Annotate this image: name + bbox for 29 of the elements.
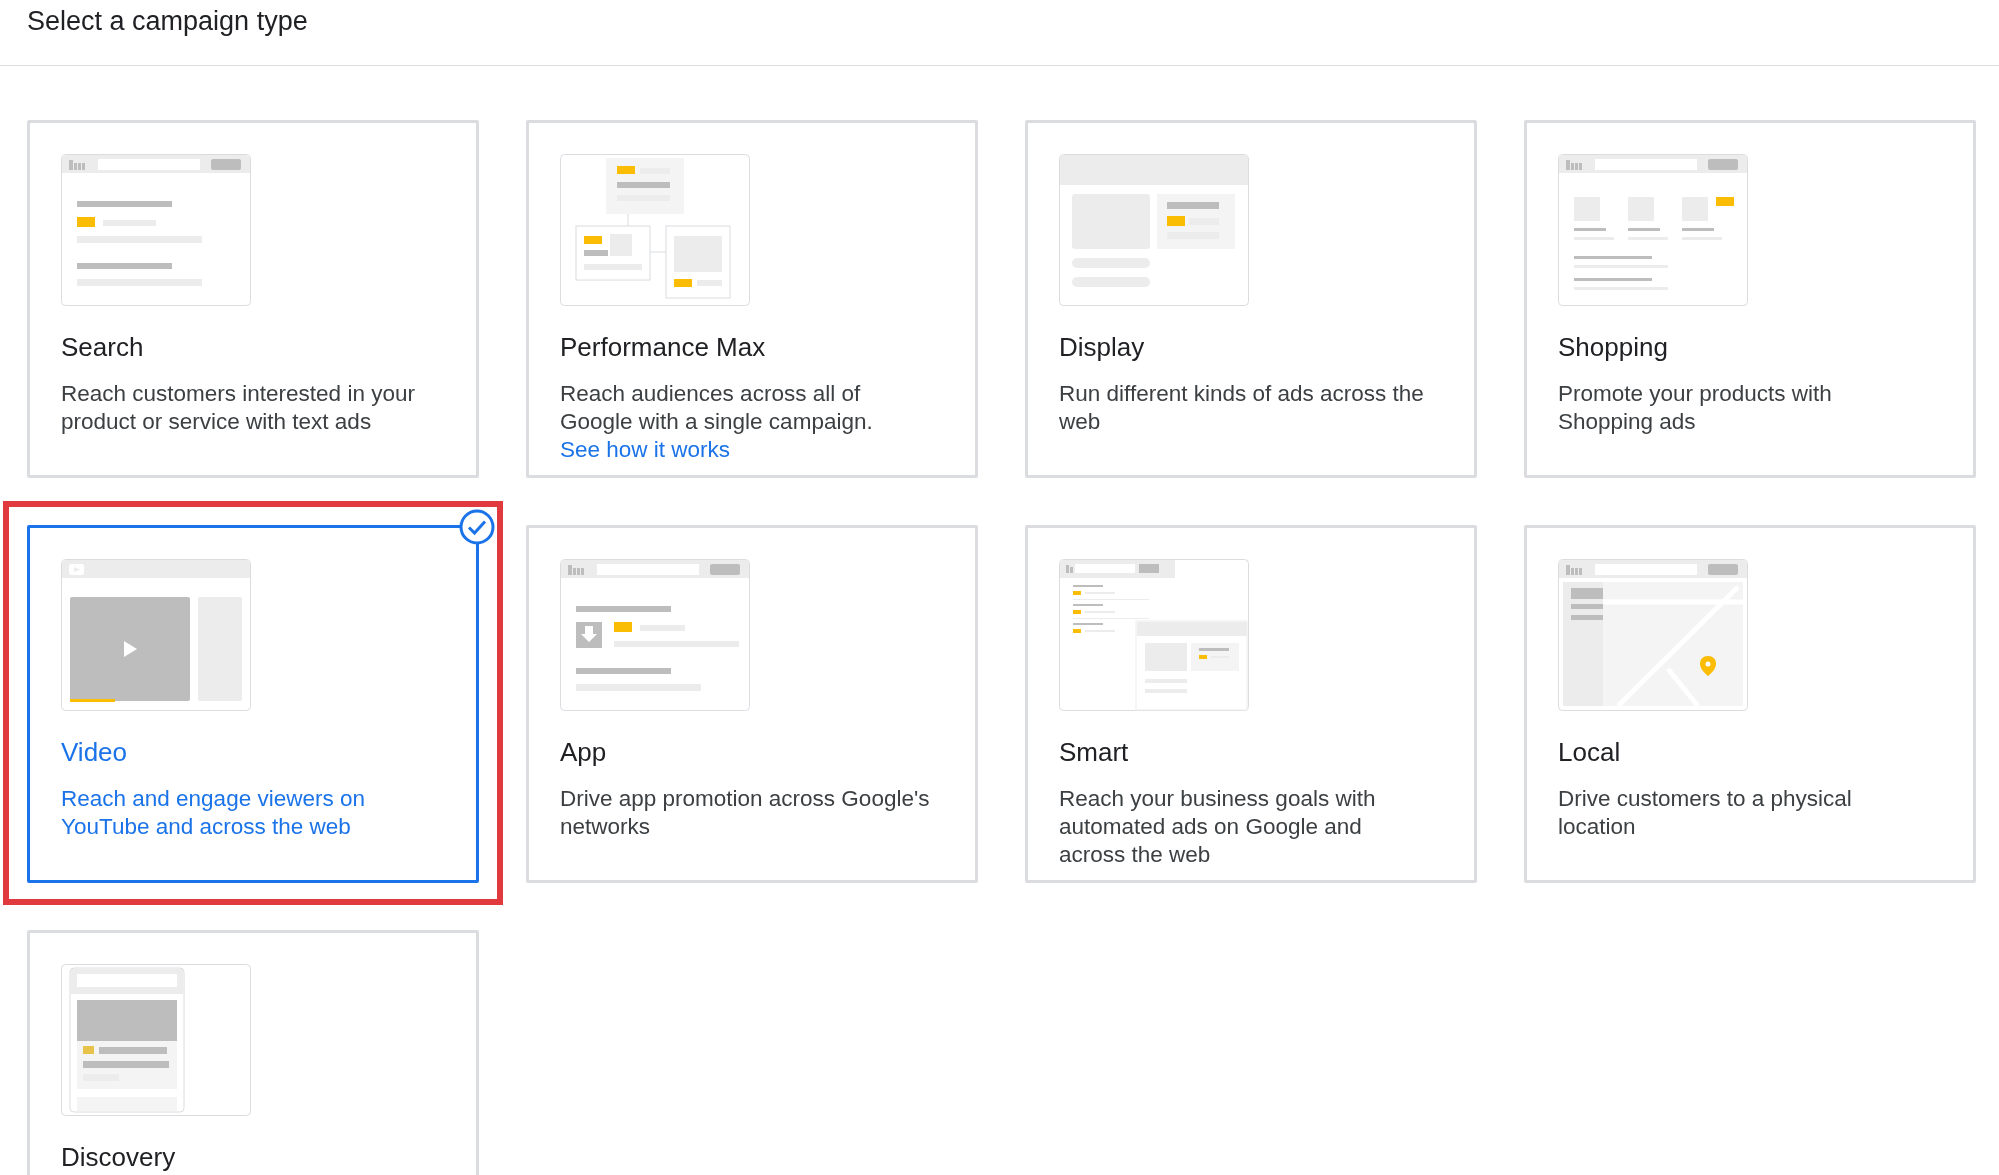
campaign-type-description: Reach customers interested in your product or service with text ads (61, 380, 416, 436)
campaign-type-card[interactable]: Smart Reach your business goals with automated ads on Google and across the web (1025, 525, 1477, 883)
campaign-type-description: Reach audiences across all of Google with a single campaign. See how it works (560, 380, 874, 464)
campaign-type-description: Reach your business goals with automated ads on Google and across the web (1059, 785, 1377, 869)
checkmark-icon (458, 508, 496, 546)
campaign-type-card[interactable]: Local Drive customers to a physical location (1524, 525, 1976, 883)
campaign-type-title: Discovery (61, 1141, 177, 1174)
see-how-it-works-link[interactable]: See how it works (560, 437, 731, 462)
campaign-type-description: Drive customers to a physical location (1558, 785, 1853, 841)
campaign-type-card[interactable]: Performance Max Reach audiences across all of Google with a single campaign. See how it works (526, 120, 978, 478)
campaign-type-title: Shopping (1558, 331, 1669, 364)
campaign-type-title: Smart (1059, 736, 1130, 769)
campaign-type-card[interactable]: Video Reach and engage viewers on YouTube and across the web (27, 525, 479, 883)
campaign-type-title: App (560, 736, 608, 769)
campaign-type-card[interactable]: Shopping Promote your products with Shopping ads (1524, 120, 1976, 478)
campaign-type-title: Display (1059, 331, 1146, 364)
campaign-type-description: Reach and engage viewers on YouTube and across the web (61, 785, 366, 841)
campaign-type-description: Drive app promotion across Google's networks (560, 785, 931, 841)
campaign-type-card[interactable]: Display Run different kinds of ads across the web (1025, 120, 1477, 478)
campaign-type-title: Local (1558, 736, 1622, 769)
campaign-type-title: Performance Max (560, 331, 767, 364)
campaign-type-title: Search (61, 331, 145, 364)
page-title: Select a campaign type (27, 5, 309, 38)
campaign-type-card[interactable]: Search Reach customers interested in your product or service with text ads (27, 120, 479, 478)
campaign-type-card[interactable]: App Drive app promotion across Google's networks (526, 525, 978, 883)
campaign-type-description: Run different kinds of ads across the web (1059, 380, 1425, 436)
campaign-type-description: Promote your products with Shopping ads (1558, 380, 1833, 436)
campaign-type-title: Video (61, 736, 129, 769)
campaign-type-card[interactable]: Discovery (27, 930, 479, 1175)
